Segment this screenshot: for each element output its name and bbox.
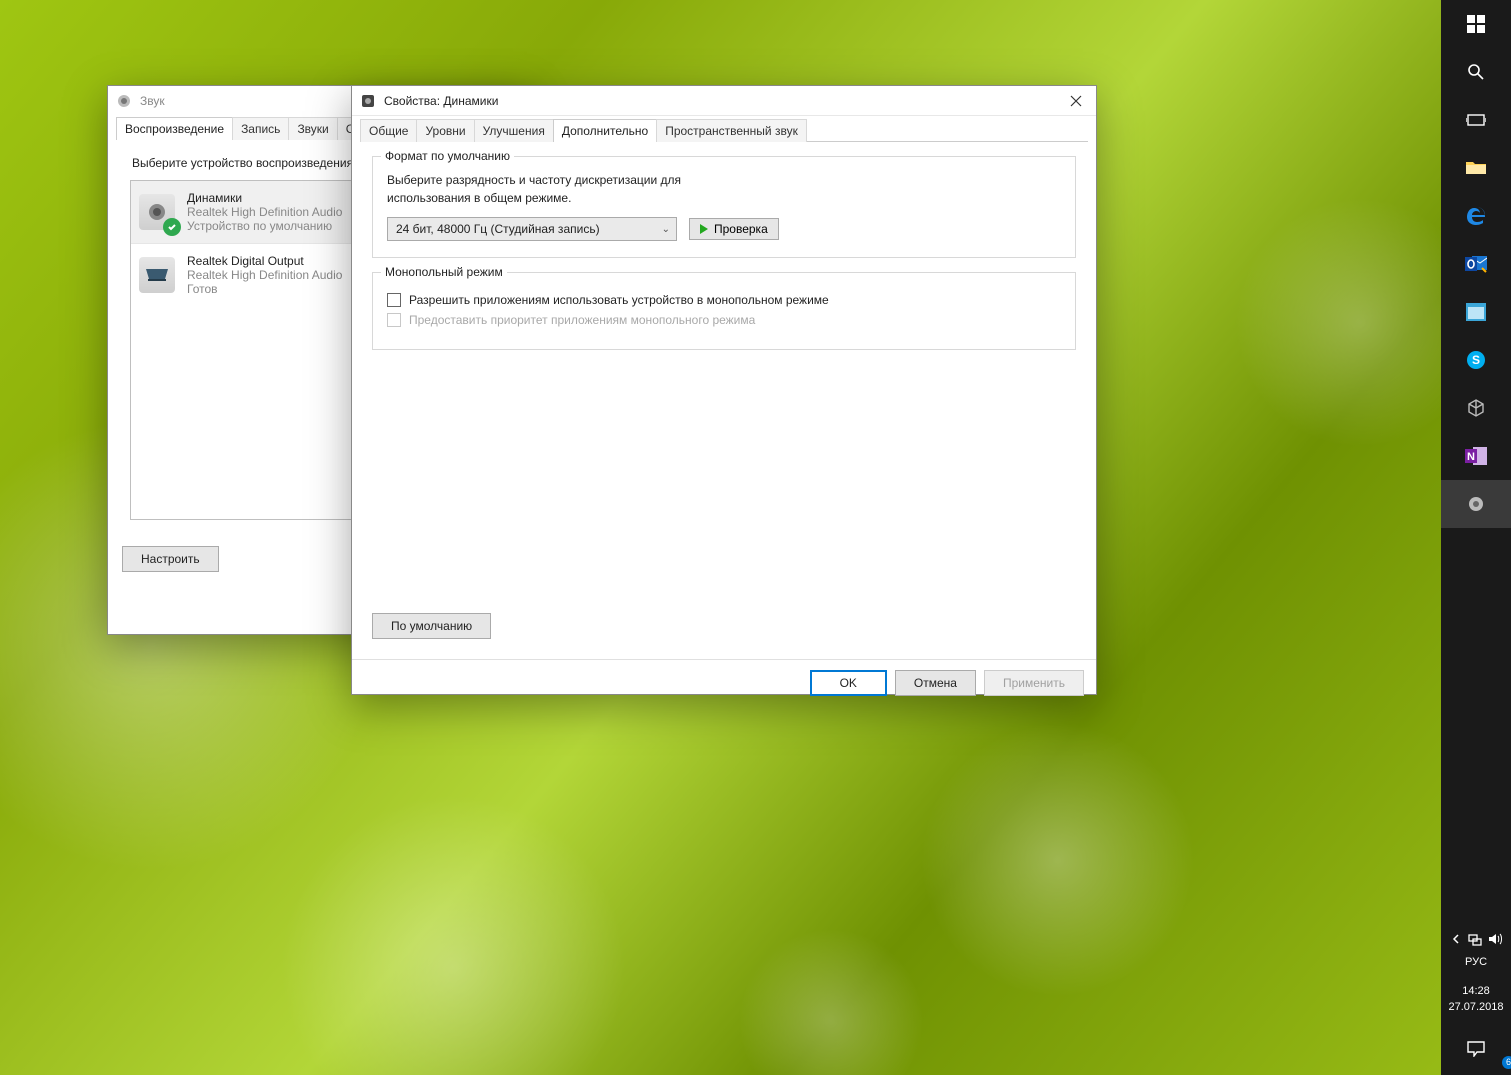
skype-button[interactable]: S <box>1441 336 1511 384</box>
tab-levels[interactable]: Уровни <box>416 119 474 142</box>
tab-enhancements[interactable]: Улучшения <box>474 119 554 142</box>
speaker-icon <box>1467 495 1485 513</box>
tab-spatial[interactable]: Пространственный звук <box>656 119 807 142</box>
onenote-button[interactable]: N <box>1441 432 1511 480</box>
date: 27.07.2018 <box>1448 1000 1503 1015</box>
play-icon <box>700 224 708 234</box>
checkbox-priority-exclusive <box>387 313 401 327</box>
volume-icon[interactable] <box>1488 932 1502 946</box>
default-format-group: Формат по умолчанию Выберите разрядность… <box>372 156 1076 258</box>
speaker-icon <box>116 93 132 109</box>
checkbox-allow-exclusive[interactable] <box>387 293 401 307</box>
props-titlebar[interactable]: Свойства: Динамики <box>352 86 1096 116</box>
edge-button[interactable] <box>1441 192 1511 240</box>
app-button-1[interactable] <box>1441 288 1511 336</box>
speaker-device-icon <box>139 194 175 230</box>
format-value: 24 бит, 48000 Гц (Студийная запись) <box>396 222 600 236</box>
priority-exclusive-label: Предоставить приоритет приложениям моноп… <box>409 313 755 327</box>
tab-advanced[interactable]: Дополнительно <box>553 119 657 142</box>
sound-settings-button[interactable] <box>1441 480 1511 528</box>
outlook-icon <box>1465 254 1487 274</box>
format-text: Выберите разрядность и частоту дискретиз… <box>387 171 767 207</box>
test-button[interactable]: Проверка <box>689 218 779 240</box>
allow-exclusive-label: Разрешить приложениям использовать устро… <box>409 293 829 307</box>
tab-sounds[interactable]: Звуки <box>288 117 337 140</box>
language-indicator[interactable]: РУС <box>1465 956 1487 968</box>
outlook-button[interactable] <box>1441 240 1511 288</box>
props-title: Свойства: Динамики <box>384 94 1056 108</box>
search-button[interactable] <box>1441 48 1511 96</box>
tab-playback[interactable]: Воспроизведение <box>116 117 233 140</box>
search-icon <box>1467 63 1485 81</box>
exclusive-mode-group: Монопольный режим Разрешить приложениям … <box>372 272 1076 350</box>
ok-button[interactable]: OK <box>810 670 887 696</box>
format-legend: Формат по умолчанию <box>381 149 514 163</box>
clock[interactable]: 14:28 27.07.2018 <box>1448 978 1503 1021</box>
props-tabs: Общие Уровни Улучшения Дополнительно Про… <box>352 116 1096 141</box>
test-label: Проверка <box>714 222 768 236</box>
edge-icon <box>1466 206 1486 226</box>
taskbar: S N РУС 14:28 27 <box>1441 0 1511 1075</box>
onenote-icon: N <box>1465 446 1487 466</box>
exclusive-legend: Монопольный режим <box>381 265 507 279</box>
windows-icon <box>1467 15 1485 33</box>
priority-exclusive-row: Предоставить приоритет приложениям моноп… <box>387 313 1061 327</box>
action-center-button[interactable]: 6 <box>1441 1031 1511 1067</box>
chevron-down-icon: ⌄ <box>662 224 670 235</box>
time: 14:28 <box>1448 984 1503 999</box>
task-view-icon <box>1466 112 1486 128</box>
speaker-icon <box>360 93 376 109</box>
tray-chevron-icon[interactable] <box>1450 933 1462 945</box>
apply-button[interactable]: Применить <box>984 670 1084 696</box>
virtualbox-button[interactable] <box>1441 384 1511 432</box>
folder-icon <box>1466 160 1486 176</box>
task-view-button[interactable] <box>1441 96 1511 144</box>
notification-icon <box>1467 1041 1485 1057</box>
tab-recording[interactable]: Запись <box>232 117 289 140</box>
cube-icon <box>1466 398 1486 418</box>
network-icon[interactable] <box>1468 932 1482 946</box>
notification-count: 6 <box>1502 1056 1511 1069</box>
properties-window: Свойства: Динамики Общие Уровни Улучшени… <box>351 85 1097 695</box>
format-select[interactable]: 24 бит, 48000 Гц (Студийная запись) ⌄ <box>387 217 677 241</box>
system-tray: РУС 14:28 27.07.2018 6 <box>1441 924 1511 1075</box>
file-explorer-button[interactable] <box>1441 144 1511 192</box>
window-icon <box>1466 303 1486 321</box>
svg-text:S: S <box>1472 353 1480 367</box>
device-driver: Realtek High Definition Audio <box>187 205 342 219</box>
device-status: Готов <box>187 282 342 296</box>
device-status: Устройство по умолчанию <box>187 219 342 233</box>
digital-device-icon <box>139 257 175 293</box>
device-name: Realtek Digital Output <box>187 254 342 268</box>
close-icon <box>1070 95 1082 107</box>
cancel-button[interactable]: Отмена <box>895 670 976 696</box>
close-button[interactable] <box>1056 86 1096 116</box>
allow-exclusive-row[interactable]: Разрешить приложениям использовать устро… <box>387 293 1061 307</box>
tab-general[interactable]: Общие <box>360 119 417 142</box>
skype-icon: S <box>1466 350 1486 370</box>
device-driver: Realtek High Definition Audio <box>187 268 342 282</box>
svg-text:N: N <box>1467 451 1475 463</box>
default-check-icon <box>163 218 181 236</box>
start-button[interactable] <box>1441 0 1511 48</box>
configure-button[interactable]: Настроить <box>122 546 219 572</box>
device-name: Динамики <box>187 191 342 205</box>
restore-defaults-button[interactable]: По умолчанию <box>372 613 491 639</box>
